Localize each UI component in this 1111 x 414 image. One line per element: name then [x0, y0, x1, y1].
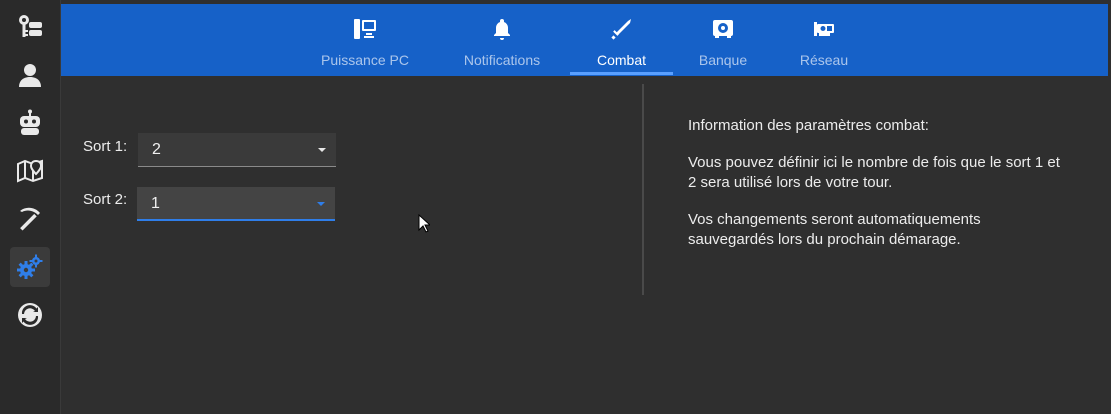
tab-label: Banque [698, 52, 748, 68]
tab-banque[interactable]: Banque [691, 4, 755, 76]
tab-combat[interactable]: Combat [570, 4, 673, 76]
bell-icon [494, 19, 510, 40]
sort1-select[interactable]: 2 [138, 133, 336, 167]
pickaxe-icon [20, 207, 40, 231]
sidebar-item-settings[interactable] [10, 247, 50, 287]
sidebar-item-sync[interactable] [10, 295, 50, 335]
info-paragraph-1: Vous pouvez définir ici le nombre de foi… [688, 154, 1060, 191]
tab-label: Puissance PC [321, 52, 409, 68]
combat-settings-panel: Sort 1: 2 Sort 2: 1 Information des para… [61, 76, 1111, 414]
active-tab-indicator [570, 72, 673, 75]
sidebar-item-map[interactable] [10, 151, 50, 191]
tab-label: Combat [596, 52, 647, 68]
top-tab-bar: Puissance PC Notifications Combat Banque… [61, 4, 1108, 76]
sort1-label: Sort 1: [83, 138, 128, 155]
sidebar-item-bot[interactable] [10, 103, 50, 143]
map-icon [17, 159, 43, 183]
safe-icon [713, 20, 733, 38]
sword-icon [610, 19, 631, 40]
sort2-select[interactable]: 1 [137, 187, 335, 221]
keys-icon [19, 15, 42, 37]
tab-label: Réseau [799, 52, 849, 68]
tab-notifications[interactable]: Notifications [451, 4, 553, 76]
sidebar-item-keys[interactable] [10, 7, 50, 47]
user-icon [19, 64, 41, 87]
tab-label: Notifications [463, 52, 541, 68]
mouse-cursor-icon [418, 214, 430, 233]
sort2-value: 1 [151, 195, 160, 212]
tab-reseau[interactable]: Réseau [791, 4, 857, 76]
sync-icon [18, 303, 42, 327]
vertical-divider [642, 84, 644, 295]
tab-puissance-pc[interactable]: Puissance PC [310, 4, 420, 76]
sidebar [0, 0, 61, 414]
info-paragraph-2: Vos changements seront automatiquements … [688, 211, 981, 248]
network-card-icon [814, 22, 834, 36]
sort2-label: Sort 2: [83, 191, 128, 208]
sidebar-item-user[interactable] [10, 55, 50, 95]
sort1-value: 2 [152, 141, 161, 158]
robot-icon [20, 109, 40, 135]
sidebar-item-mining[interactable] [10, 199, 50, 239]
settings-gears-icon [17, 254, 43, 279]
pc-icon [354, 19, 376, 39]
chevron-down-icon [318, 148, 326, 152]
chevron-down-icon [317, 202, 325, 206]
info-title: Information des paramètres combat: [688, 117, 929, 134]
